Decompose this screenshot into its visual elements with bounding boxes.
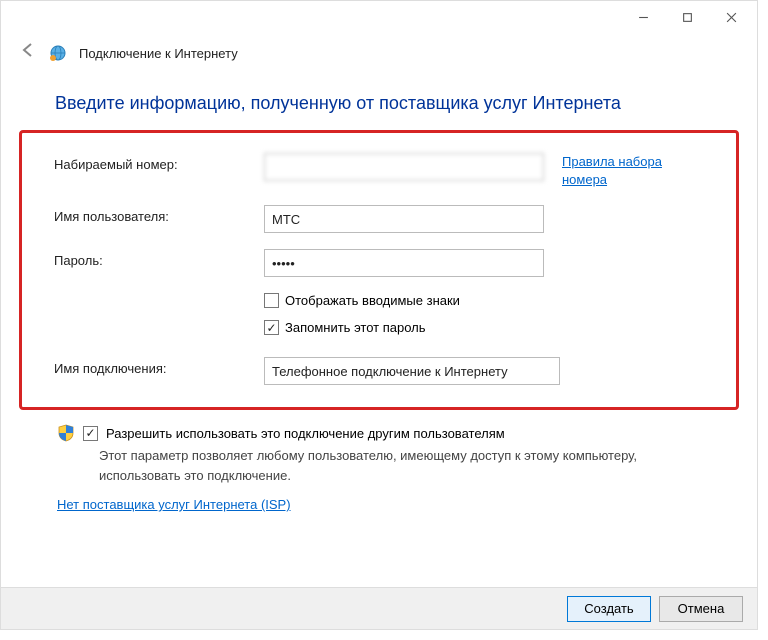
password-label: Пароль: [54, 249, 264, 268]
highlighted-form-area: Набираемый номер: Правила набора номера … [19, 130, 739, 410]
create-button[interactable]: Создать [567, 596, 651, 622]
globe-icon [49, 44, 67, 62]
close-button[interactable] [709, 3, 753, 31]
footer: Создать Отмена [1, 587, 757, 629]
back-arrow-icon[interactable] [19, 41, 37, 65]
header-title: Подключение к Интернету [79, 46, 238, 61]
remember-password-checkbox[interactable] [264, 320, 279, 335]
password-input[interactable] [264, 249, 544, 277]
connection-name-label: Имя подключения: [54, 357, 264, 376]
show-characters-checkbox[interactable] [264, 293, 279, 308]
username-input[interactable] [264, 205, 544, 233]
dialing-rules-link[interactable]: Правила набора номера [562, 153, 702, 189]
below-frame-area: Разрешить использовать это подключение д… [1, 418, 757, 512]
cancel-button[interactable]: Отмена [659, 596, 743, 622]
dialog-window: Подключение к Интернету Введите информац… [0, 0, 758, 630]
page-title: Введите информацию, полученную от постав… [1, 77, 757, 130]
username-label: Имя пользователя: [54, 205, 264, 224]
allow-others-label: Разрешить использовать это подключение д… [106, 426, 505, 441]
connection-name-input[interactable] [264, 357, 560, 385]
shield-icon [57, 424, 75, 442]
allow-others-hint: Этот параметр позволяет любому пользоват… [57, 446, 717, 485]
dial-number-input[interactable] [264, 153, 544, 181]
header: Подключение к Интернету [1, 33, 757, 77]
remember-password-label: Запомнить этот пароль [285, 320, 426, 335]
maximize-button[interactable] [665, 3, 709, 31]
titlebar [1, 1, 757, 33]
minimize-button[interactable] [621, 3, 665, 31]
dial-number-label: Набираемый номер: [54, 153, 264, 172]
show-characters-label: Отображать вводимые знаки [285, 293, 460, 308]
allow-others-checkbox[interactable] [83, 426, 98, 441]
no-isp-link[interactable]: Нет поставщика услуг Интернета (ISP) [57, 497, 717, 512]
